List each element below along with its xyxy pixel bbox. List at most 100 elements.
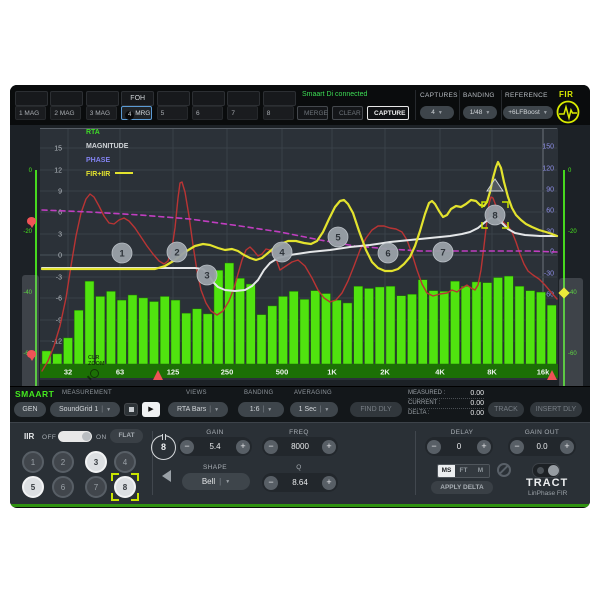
right-gain-gutter: 0-20-40-60-80 <box>558 125 590 422</box>
banding-dropdown-bottom[interactable]: 1:6 | ▼ <box>238 402 284 417</box>
play-button[interactable]: ▶ <box>142 402 160 417</box>
tract-toggle[interactable] <box>532 463 560 478</box>
tab-3-mag[interactable]: 3 MAG <box>85 106 117 120</box>
rta-bar <box>536 291 546 365</box>
gain-stepper[interactable]: − 5.4 + <box>178 437 252 456</box>
band-handle-5[interactable]: 5 <box>327 226 349 248</box>
delay-plus-button[interactable]: + <box>477 439 491 454</box>
clear-button[interactable]: CLEAR <box>332 106 363 120</box>
db-axis-label: -3 <box>56 275 62 282</box>
tab-2-mag[interactable]: 2 MAG <box>50 106 82 120</box>
q-stepper[interactable]: − 8.64 + <box>262 473 338 492</box>
gain-plus-button[interactable]: + <box>236 439 250 454</box>
shape-dropdown[interactable]: Bell | ▼ <box>182 473 250 490</box>
rta-bar <box>256 314 267 365</box>
band-handle-number: 4 <box>279 248 285 259</box>
freq-axis-label: 125 <box>167 368 180 377</box>
rta-bar <box>299 299 310 365</box>
banding-dropdown[interactable]: 1/48 ▼ <box>463 106 497 119</box>
gen-button[interactable]: GEN <box>14 402 46 417</box>
delay-stepper[interactable]: − 0 + <box>425 437 493 456</box>
band-button-7[interactable]: 7 <box>85 476 107 498</box>
preset-name-box-5[interactable] <box>156 91 190 106</box>
left-gain-gutter: 0-20-40-60-80 <box>10 125 40 420</box>
band-handle-number: 7 <box>440 248 445 259</box>
rta-bar <box>525 290 535 365</box>
slider-scale--20: -20 <box>23 229 32 235</box>
freq-axis-label: 250 <box>221 368 234 377</box>
capture-button[interactable]: CAPTURE <box>367 106 409 120</box>
tab-7[interactable]: 7 <box>227 106 259 120</box>
gain-out-minus-button[interactable]: − <box>510 439 524 454</box>
preset-name-box-7[interactable] <box>227 91 261 106</box>
averaging-dropdown[interactable]: 1 Sec | ▼ <box>290 402 338 417</box>
flat-button[interactable]: FLAT <box>110 429 143 443</box>
preset-name-box-1[interactable] <box>15 91 48 106</box>
band-button-6[interactable]: 6 <box>52 476 74 498</box>
speaker-icon[interactable] <box>162 470 171 482</box>
band-button-2[interactable]: 2 <box>52 451 74 473</box>
tab-5[interactable]: 5 <box>156 106 188 120</box>
views-dropdown[interactable]: RTA Bars | ▼ <box>168 402 228 417</box>
freq-axis-label: 8K <box>487 368 497 377</box>
band-enable-button[interactable]: 8 <box>151 434 176 460</box>
band-handle-4[interactable]: 4 <box>271 241 293 263</box>
unit-ms-button[interactable]: MS <box>438 465 455 477</box>
band-button-1[interactable]: 1 <box>22 451 44 473</box>
unit-ft-button[interactable]: FT <box>455 465 472 477</box>
band-handle-3[interactable]: 3 <box>196 264 218 286</box>
rta-bar <box>106 291 116 365</box>
gain-out-label: GAIN OUT <box>524 429 560 436</box>
band-button-5[interactable]: 5 <box>22 476 44 498</box>
tab-6[interactable]: 6 <box>192 106 223 120</box>
band-handle-2[interactable]: 2 <box>166 241 188 263</box>
clear-zoom-control[interactable]: CLR ZOOM <box>88 355 105 378</box>
divider: | <box>219 477 222 486</box>
measurement-source-dropdown[interactable]: SoundGrid 1 | ▼ <box>50 402 120 417</box>
track-button[interactable]: TRACK <box>488 402 524 417</box>
band-button-4[interactable]: 4 <box>114 451 136 473</box>
apply-delta-button[interactable]: APPLY DELTA <box>431 481 493 494</box>
band-handle-1[interactable]: 1 <box>111 242 133 264</box>
find-delay-button[interactable]: FIND DLY <box>350 402 402 417</box>
q-minus-button[interactable]: − <box>264 475 278 490</box>
band-button-3[interactable]: 3 <box>85 451 107 473</box>
left-slider-pin-lower[interactable] <box>27 350 36 361</box>
preset-name-box-2[interactable] <box>50 91 84 106</box>
band-handle-6[interactable]: 6 <box>377 242 399 264</box>
gain-out-stepper[interactable]: − 0.0 + <box>508 437 576 456</box>
phase-axis-label: 120 <box>542 166 554 173</box>
toggle-knob <box>548 464 559 476</box>
freq-stepper[interactable]: − 8000 + <box>262 437 338 456</box>
q-plus-button[interactable]: + <box>322 475 336 490</box>
null-icon[interactable] <box>497 463 511 477</box>
unit-m-button[interactable]: M <box>472 465 489 477</box>
captures-dropdown[interactable]: 4 ▼ <box>420 106 454 119</box>
tab-4-mrg[interactable]: 4 MRG <box>121 106 153 120</box>
left-slider-pin-upper[interactable] <box>27 217 36 228</box>
merge-button[interactable]: MERGE <box>297 106 328 120</box>
preset-name-box-4[interactable]: FOH <box>121 91 155 106</box>
reference-dropdown[interactable]: +6LFBoost ▼ <box>503 106 553 119</box>
freq-axis-label: 500 <box>276 368 289 377</box>
toggle-knob <box>82 432 91 441</box>
stop-button[interactable] <box>124 403 138 416</box>
banding-value-bottom: 1:6 <box>249 406 260 413</box>
delay-minus-button[interactable]: − <box>427 439 441 454</box>
band-handle-7[interactable]: 7 <box>432 241 454 263</box>
freq-minus-button[interactable]: − <box>264 439 278 454</box>
tab-1-mag[interactable]: 1 MAG <box>15 106 46 120</box>
divider: | <box>262 406 265 413</box>
freq-axis-label: 16k <box>537 368 550 377</box>
gain-out-plus-button[interactable]: + <box>560 439 574 454</box>
preset-name-box-3[interactable] <box>85 91 119 106</box>
freq-plus-button[interactable]: + <box>322 439 336 454</box>
preset-name-box-8[interactable] <box>262 91 296 106</box>
gain-minus-button[interactable]: − <box>180 439 194 454</box>
preset-name-box-6[interactable] <box>192 91 225 106</box>
iir-on-off-toggle[interactable] <box>58 431 92 442</box>
tab-8[interactable]: 8 <box>262 106 294 120</box>
insert-delay-button[interactable]: INSERT DLY <box>530 402 582 417</box>
q-value: 8.64 <box>292 478 308 487</box>
chevron-down-icon: ▼ <box>267 406 273 413</box>
